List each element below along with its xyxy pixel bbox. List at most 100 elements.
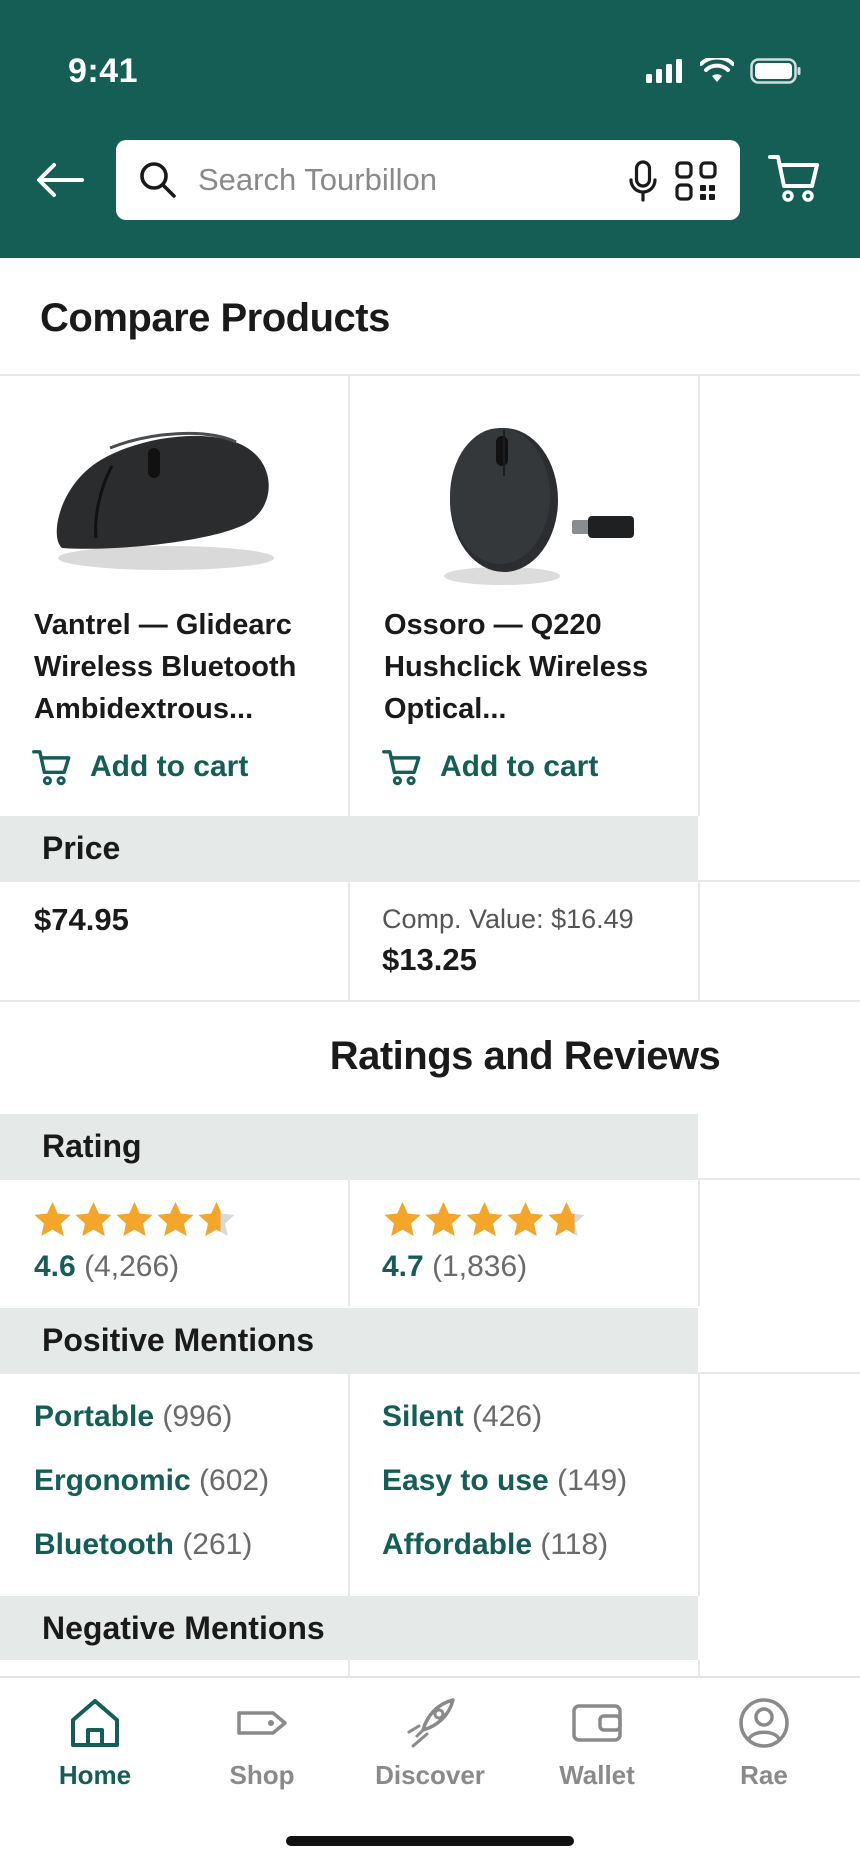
star-icon — [157, 1202, 194, 1236]
product-image-mouse[interactable] — [0, 388, 348, 588]
mention-count: (261) — [182, 1528, 253, 1561]
tab-wallet[interactable]: Wallet — [527, 1696, 667, 1791]
cart-icon — [32, 750, 71, 786]
mention-item[interactable]: Ergonomic (602) — [34, 1464, 269, 1498]
status-time: 9:41 — [68, 52, 139, 90]
section-label: Negative Mentions — [42, 1610, 325, 1646]
tab-label: Rae — [740, 1760, 788, 1790]
rating-value: 4.7 — [382, 1250, 424, 1283]
rating-count: (1,836) — [432, 1250, 528, 1283]
star-icon — [384, 1202, 421, 1236]
rating-count: (4,266) — [84, 1250, 180, 1283]
mention-term: Easy to use — [382, 1464, 549, 1497]
column-divider — [698, 882, 700, 1002]
wallet-icon — [572, 1704, 622, 1742]
star-icon — [75, 1202, 112, 1236]
add-to-cart-label: Add to cart — [440, 750, 599, 783]
column-divider — [348, 1374, 350, 1596]
cart-icon — [768, 155, 819, 202]
star-icon — [198, 1202, 235, 1236]
section-label: Rating — [42, 1128, 142, 1164]
ratings-reviews-heading: Ratings and Reviews — [329, 1034, 721, 1078]
star-icon — [507, 1202, 544, 1236]
star-icon — [34, 1202, 71, 1236]
column-divider — [698, 376, 700, 816]
divider — [0, 374, 860, 376]
mention-term: Portable — [34, 1400, 155, 1433]
column-divider — [698, 1374, 700, 1596]
rocket-icon — [407, 1698, 455, 1748]
home-icon — [71, 1699, 119, 1747]
add-to-cart-button[interactable]: Add to cart — [32, 748, 248, 786]
status-icons — [646, 58, 802, 84]
column-divider — [698, 1180, 700, 1306]
rating-summary[interactable]: 4.6 (4,266) — [34, 1250, 179, 1284]
mention-term: Ergonomic — [34, 1464, 191, 1497]
tab-profile[interactable]: Rae — [694, 1696, 834, 1791]
divider — [0, 1178, 860, 1180]
tab-home[interactable]: Home — [25, 1696, 165, 1791]
product-name[interactable]: Ossoro — Q220 Hushclick Wireless Optical… — [384, 604, 684, 730]
cart-icon — [382, 750, 421, 786]
star-icon — [425, 1202, 462, 1236]
comparison-value: Comp. Value: $16.49 — [382, 904, 634, 934]
product-name[interactable]: Vantrel — Glidearc Wireless Bluetooth Am… — [34, 604, 334, 730]
mention-item[interactable]: Easy to use (149) — [382, 1464, 627, 1498]
positive-mentions-header: Positive Mentions — [0, 1308, 698, 1372]
tab-shop[interactable]: Shop — [192, 1696, 332, 1791]
tab-discover[interactable]: Discover — [360, 1696, 500, 1791]
star-icon — [548, 1202, 585, 1236]
mention-count: (602) — [199, 1464, 270, 1497]
column-divider — [348, 1180, 350, 1306]
qr-scan-icon[interactable] — [674, 160, 718, 202]
add-to-cart-button[interactable]: Add to cart — [382, 748, 598, 786]
tab-label: Home — [58, 1760, 132, 1790]
add-to-cart-label: Add to cart — [90, 750, 249, 783]
microphone-icon[interactable] — [628, 160, 658, 202]
column-divider — [348, 882, 350, 1002]
home-indicator — [286, 1836, 574, 1846]
mention-count: (996) — [162, 1400, 233, 1433]
back-button[interactable] — [34, 156, 86, 204]
mention-term: Bluetooth — [34, 1528, 174, 1561]
rating-summary[interactable]: 4.7 (1,836) — [382, 1250, 527, 1284]
profile-icon — [739, 1698, 789, 1748]
mention-item[interactable]: Bluetooth (261) — [34, 1528, 252, 1562]
product-image-mouse[interactable] — [350, 388, 698, 588]
search-input[interactable] — [198, 140, 518, 220]
product-price: $13.25 — [382, 942, 477, 977]
divider — [0, 880, 860, 882]
product-price: $74.95 — [34, 902, 129, 937]
price-section-header: Price — [0, 816, 698, 880]
rating-value: 4.6 — [34, 1250, 76, 1283]
mention-count: (426) — [472, 1400, 543, 1433]
mention-item[interactable]: Silent (426) — [382, 1400, 542, 1434]
section-label: Positive Mentions — [42, 1322, 315, 1358]
wifi-icon — [700, 58, 734, 82]
mention-term: Affordable — [382, 1528, 532, 1561]
mention-item[interactable]: Affordable (118) — [382, 1528, 608, 1562]
section-label: Price — [42, 830, 121, 866]
star-icon — [116, 1202, 153, 1236]
divider — [0, 1000, 860, 1002]
mention-item[interactable]: Portable (996) — [34, 1400, 232, 1434]
mention-term: Silent — [382, 1400, 464, 1433]
arrow-left-icon — [37, 163, 84, 197]
tab-label: Discover — [375, 1760, 485, 1790]
cart-button[interactable] — [768, 152, 820, 209]
app-header: 9:41 — [0, 0, 860, 258]
rating-section-header: Rating — [0, 1114, 698, 1178]
star-rating — [382, 1200, 587, 1238]
page-title: Compare Products — [40, 296, 390, 340]
negative-mentions-header: Negative Mentions — [0, 1596, 698, 1660]
tag-icon — [237, 1711, 287, 1735]
mention-count: (149) — [557, 1464, 628, 1497]
divider — [0, 1372, 860, 1374]
star-icon — [466, 1202, 503, 1236]
tab-label: Wallet — [559, 1760, 635, 1790]
star-rating — [32, 1200, 237, 1238]
battery-icon — [750, 58, 801, 84]
search-bar[interactable] — [116, 140, 740, 220]
search-icon — [140, 162, 176, 198]
tab-label: Shop — [229, 1760, 295, 1790]
